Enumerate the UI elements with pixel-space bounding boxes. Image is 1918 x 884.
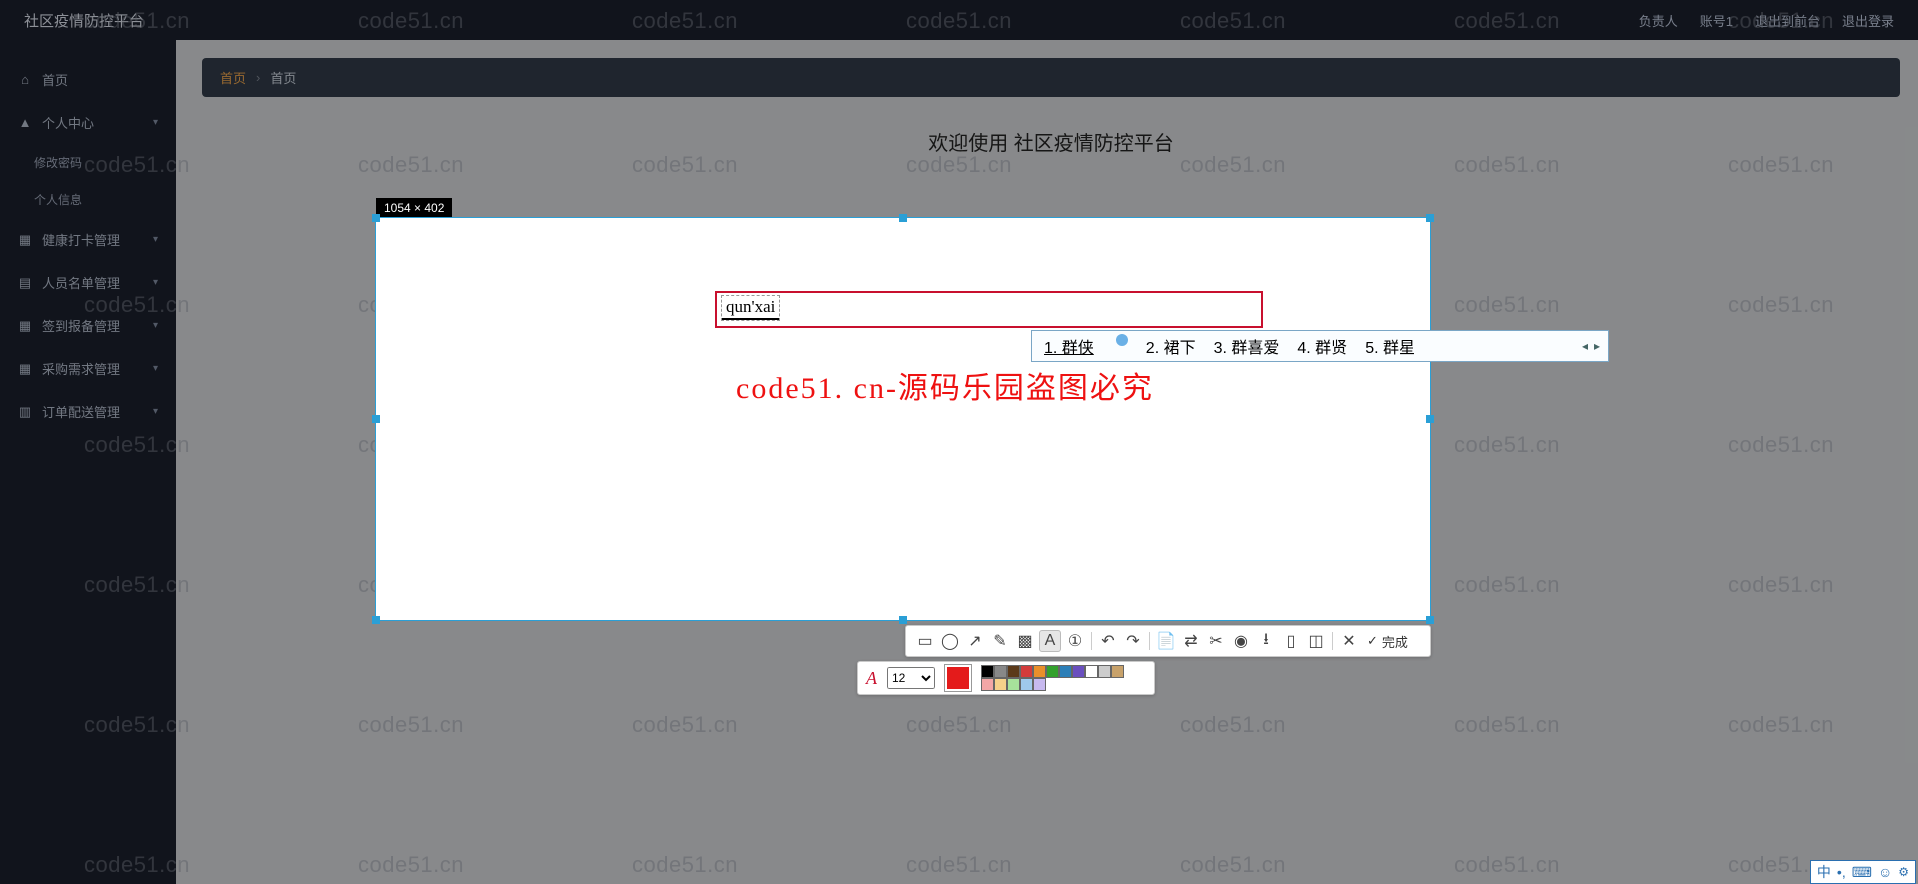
tool-scan-icon[interactable]: ✂ xyxy=(1205,630,1227,652)
ime-status-bar[interactable]: 中 •, ⌨ ☺ ⚙ xyxy=(1810,860,1916,884)
color-swatch[interactable] xyxy=(1033,665,1046,678)
resize-handle[interactable] xyxy=(372,616,380,624)
resize-handle[interactable] xyxy=(1426,415,1434,423)
color-swatch[interactable] xyxy=(981,678,994,691)
tool-ocr-icon[interactable]: 📄 xyxy=(1155,630,1177,652)
color-swatch[interactable] xyxy=(1007,665,1020,678)
smile-icon[interactable]: ☺ xyxy=(1878,864,1892,880)
color-swatch[interactable] xyxy=(994,665,1007,678)
color-swatch[interactable] xyxy=(1020,665,1033,678)
color-swatch[interactable] xyxy=(1007,678,1020,691)
color-swatch[interactable] xyxy=(1046,665,1059,678)
color-swatch[interactable] xyxy=(1098,665,1111,678)
done-button[interactable]: ✓ 完成 xyxy=(1367,632,1408,651)
color-swatch[interactable] xyxy=(1033,678,1046,691)
tool-pencil-icon[interactable]: ✎ xyxy=(989,630,1011,652)
ime-next-icon[interactable]: ▸ xyxy=(1594,339,1600,353)
toolbar-separator xyxy=(1149,632,1150,650)
undo-icon[interactable]: ↶ xyxy=(1097,630,1119,652)
tool-phone-icon[interactable]: ▯ xyxy=(1280,630,1302,652)
selection-size-badge: 1054 × 402 xyxy=(376,198,452,218)
current-color-swatch[interactable] xyxy=(945,665,971,691)
keyboard-icon[interactable]: ⌨ xyxy=(1852,864,1872,881)
ime-candidate[interactable]: 2. 裙下 xyxy=(1146,334,1196,358)
color-swatch[interactable] xyxy=(994,678,1007,691)
resize-handle[interactable] xyxy=(899,616,907,624)
ime-candidate-bar[interactable]: 1. 群侠 2. 裙下 3. 群喜爱 4. 群贤 5. 群星 ◂ ▸ xyxy=(1031,330,1609,362)
cancel-icon[interactable]: ✕ xyxy=(1338,630,1360,652)
ime-punct-icon[interactable]: •, xyxy=(1837,864,1846,880)
resize-handle[interactable] xyxy=(372,214,380,222)
watermark-big-red: code51. cn-源码乐园盗图必究 xyxy=(736,363,1154,407)
color-swatch[interactable] xyxy=(981,665,994,678)
ime-candidate[interactable]: 4. 群贤 xyxy=(1297,334,1347,358)
tool-ellipse-icon[interactable]: ◯ xyxy=(939,630,961,652)
color-swatch[interactable] xyxy=(1085,665,1098,678)
tool-number-icon[interactable]: ① xyxy=(1064,630,1086,652)
text-style-preview-icon: A xyxy=(866,668,877,689)
tool-mosaic-icon[interactable]: ▩ xyxy=(1014,630,1036,652)
resize-handle[interactable] xyxy=(372,415,380,423)
cloud-icon xyxy=(1116,334,1128,346)
ime-prev-icon[interactable]: ◂ xyxy=(1582,339,1588,353)
annotation-text-value[interactable]: qun'xai xyxy=(722,296,779,320)
annotation-text-box[interactable]: qun'xai xyxy=(715,291,1263,328)
check-icon: ✓ xyxy=(1367,633,1378,649)
resize-handle[interactable] xyxy=(899,214,907,222)
ime-candidate[interactable]: 1. 群侠 xyxy=(1044,334,1094,358)
gear-icon[interactable]: ⚙ xyxy=(1898,865,1909,879)
capture-toolbar: ▭ ◯ ↗ ✎ ▩ A ① ↶ ↷ 📄 ⇄ ✂ ◉ ⭳ ▯ ◫ ✕ ✓ 完成 xyxy=(905,625,1431,657)
color-swatch[interactable] xyxy=(1111,665,1124,678)
color-swatch[interactable] xyxy=(1059,665,1072,678)
done-label: 完成 xyxy=(1382,632,1408,651)
font-size-select[interactable]: 12 xyxy=(887,667,935,689)
pin-icon[interactable]: ◫ xyxy=(1305,630,1327,652)
text-style-panel: A 12 xyxy=(857,661,1155,695)
tool-translate-icon[interactable]: ⇄ xyxy=(1180,630,1202,652)
tool-text-icon[interactable]: A xyxy=(1039,630,1061,652)
toolbar-separator xyxy=(1332,632,1333,650)
resize-handle[interactable] xyxy=(1426,616,1434,624)
download-icon[interactable]: ⭳ xyxy=(1255,630,1277,652)
tool-record-icon[interactable]: ◉ xyxy=(1230,630,1252,652)
tool-rectangle-icon[interactable]: ▭ xyxy=(914,630,936,652)
color-swatches xyxy=(981,665,1133,691)
color-swatch[interactable] xyxy=(1072,665,1085,678)
tool-arrow-icon[interactable]: ↗ xyxy=(964,630,986,652)
ime-candidate[interactable]: 5. 群星 xyxy=(1365,334,1415,358)
ime-candidate[interactable]: 3. 群喜爱 xyxy=(1214,334,1280,358)
toolbar-separator xyxy=(1091,632,1092,650)
redo-icon[interactable]: ↷ xyxy=(1122,630,1144,652)
color-swatch[interactable] xyxy=(1020,678,1033,691)
capture-selection[interactable]: qun'xai 1. 群侠2. 裙下3. 群喜爱4. 群贤5. 群星 ◂ ▸ c… xyxy=(376,218,1430,620)
resize-handle[interactable] xyxy=(1426,214,1434,222)
ime-lang-label[interactable]: 中 xyxy=(1817,862,1831,882)
